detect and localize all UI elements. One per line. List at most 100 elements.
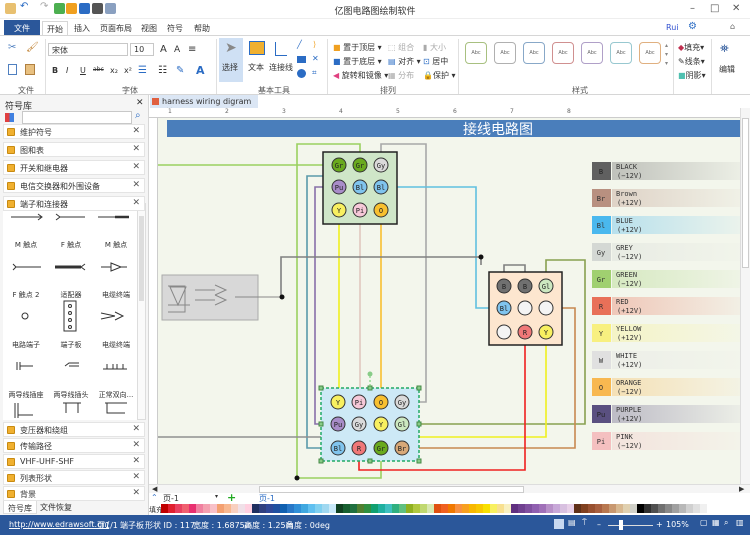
- line-icon[interactable]: ╱: [297, 40, 302, 49]
- palette-swatch[interactable]: [308, 504, 315, 513]
- palette-swatch[interactable]: [175, 504, 182, 513]
- palette-swatch[interactable]: [399, 504, 406, 513]
- line-spacing-icon[interactable]: ☰: [138, 65, 147, 76]
- fit-width-icon[interactable]: ▦: [712, 518, 720, 527]
- subscript-icon[interactable]: x₂: [110, 66, 118, 75]
- palette-swatch[interactable]: [217, 504, 224, 513]
- palette-swatch[interactable]: [210, 504, 217, 513]
- library-category[interactable]: 列表形状 ✕: [3, 470, 145, 485]
- palette-swatch[interactable]: [427, 504, 434, 513]
- close-category-icon[interactable]: ✕: [132, 456, 140, 466]
- palette-swatch[interactable]: [476, 504, 483, 513]
- palette-swatch[interactable]: [238, 504, 245, 513]
- zoom-slider-thumb[interactable]: [618, 520, 623, 530]
- close-category-icon[interactable]: ✕: [132, 424, 140, 434]
- palette-swatch[interactable]: [630, 504, 637, 513]
- shape-item-label[interactable]: 两导线插头: [48, 390, 94, 400]
- palette-swatch[interactable]: [252, 504, 259, 513]
- collapse-ribbon-icon[interactable]: ⌂: [730, 22, 735, 31]
- palette-swatch[interactable]: [259, 504, 266, 513]
- protect-button[interactable]: 🔒保护 ▾: [423, 70, 456, 81]
- library-category[interactable]: 变压器和绕组 ✕: [3, 422, 145, 437]
- grow-font-icon[interactable]: A: [160, 44, 167, 55]
- tab-help[interactable]: 帮助: [190, 21, 214, 35]
- close-category-icon[interactable]: ✕: [132, 198, 140, 208]
- document-tab[interactable]: harness wiring digram ✕: [150, 95, 258, 115]
- font-color-icon[interactable]: A: [196, 64, 205, 77]
- maximize-button[interactable]: □: [710, 3, 719, 14]
- palette-swatch[interactable]: [266, 504, 273, 513]
- vscroll-thumb[interactable]: [742, 118, 749, 268]
- palette-swatch[interactable]: [203, 504, 210, 513]
- font-size-select[interactable]: 10: [130, 43, 154, 56]
- fill-button[interactable]: ◆填充▾: [678, 42, 704, 53]
- style-sample[interactable]: Abc: [465, 42, 487, 64]
- tab-home[interactable]: 开始: [42, 21, 68, 35]
- close-category-icon[interactable]: ✕: [132, 180, 140, 190]
- line-button[interactable]: ✎线条▾: [678, 56, 705, 67]
- close-category-icon[interactable]: ✕: [132, 488, 140, 498]
- palette-swatch[interactable]: [616, 504, 623, 513]
- palette-swatch[interactable]: [392, 504, 399, 513]
- palette-swatch[interactable]: [497, 504, 504, 513]
- diagram-canvas[interactable]: 接线电路图Gr Gr GyPu Bl BlY Pi OY Pi O GyPu Gy Y GlBl R Gr B…: [158, 118, 740, 484]
- cross-icon[interactable]: ✕: [312, 54, 319, 63]
- palette-swatch[interactable]: [329, 504, 336, 513]
- palette-swatch[interactable]: [602, 504, 609, 513]
- palette-swatch[interactable]: [161, 504, 168, 513]
- connector-tool-button[interactable]: 连接线: [269, 38, 295, 82]
- font-name-select[interactable]: 宋体: [48, 43, 128, 56]
- palette-swatch[interactable]: [448, 504, 455, 513]
- strikethrough-icon[interactable]: abc: [93, 66, 104, 73]
- library-menu-icon[interactable]: [5, 113, 14, 122]
- library-search-input[interactable]: [22, 111, 132, 124]
- shape-item-label[interactable]: 端子板: [48, 340, 94, 350]
- zoom-in-button[interactable]: +: [656, 520, 663, 529]
- vertical-scrollbar[interactable]: [740, 108, 750, 484]
- palette-swatch[interactable]: [280, 504, 287, 513]
- palette-swatch[interactable]: [637, 504, 644, 513]
- library-category[interactable]: 背景 ✕: [3, 486, 145, 501]
- palette-swatch[interactable]: [378, 504, 385, 513]
- shape-item-label[interactable]: 电缆终端: [93, 290, 139, 300]
- shape-item-label[interactable]: 电路端子: [3, 340, 49, 350]
- palette-swatch[interactable]: [420, 504, 427, 513]
- zoom-search-icon[interactable]: ⌕: [724, 518, 728, 528]
- cut-icon[interactable]: ✂: [8, 42, 16, 53]
- file-menu-button[interactable]: 文件: [4, 20, 40, 35]
- palette-swatch[interactable]: [224, 504, 231, 513]
- tab-file-recovery[interactable]: 文件恢复: [40, 502, 72, 513]
- palette-swatch[interactable]: [504, 504, 511, 513]
- hscroll-thumb[interactable]: [259, 486, 524, 493]
- palette-swatch[interactable]: [273, 504, 280, 513]
- select-tool-button[interactable]: ➤ 选择: [219, 38, 243, 82]
- palette-swatch[interactable]: [560, 504, 567, 513]
- palette-swatch[interactable]: [343, 504, 350, 513]
- library-category[interactable]: VHF-UHF-SHF ✕: [3, 454, 145, 469]
- scroll-right-icon[interactable]: ▶: [739, 485, 744, 493]
- selection-handle[interactable]: [416, 458, 422, 464]
- palette-swatch[interactable]: [413, 504, 420, 513]
- normal-view-icon[interactable]: [554, 519, 564, 529]
- palette-swatch[interactable]: [658, 504, 665, 513]
- palette-swatch[interactable]: [336, 504, 343, 513]
- shape-item-label[interactable]: F 触点 2: [3, 290, 49, 300]
- search-icon[interactable]: ⌕: [135, 110, 141, 121]
- style-sample[interactable]: Abc: [494, 42, 516, 64]
- scrollbar-thumb[interactable]: [139, 216, 144, 301]
- palette-swatch[interactable]: [406, 504, 413, 513]
- bring-to-front-button[interactable]: ■ 置于顶层 ▾: [333, 42, 382, 53]
- palette-swatch[interactable]: [574, 504, 581, 513]
- center-button[interactable]: ⊡ 居中: [423, 56, 448, 67]
- zoom-level[interactable]: 105%: [666, 520, 689, 529]
- size-button[interactable]: ▮ 大小: [423, 42, 446, 53]
- outline-view-icon[interactable]: ▤: [568, 518, 576, 527]
- shape-item-label[interactable]: 适配器: [48, 290, 94, 300]
- italic-icon[interactable]: I: [66, 66, 68, 75]
- tab-page-layout[interactable]: 页面布局: [96, 21, 136, 35]
- bullets-icon[interactable]: ☷: [158, 65, 167, 76]
- palette-swatch[interactable]: [672, 504, 679, 513]
- palette-swatch[interactable]: [315, 504, 322, 513]
- palette-swatch[interactable]: [700, 504, 707, 513]
- palette-swatch[interactable]: [434, 504, 441, 513]
